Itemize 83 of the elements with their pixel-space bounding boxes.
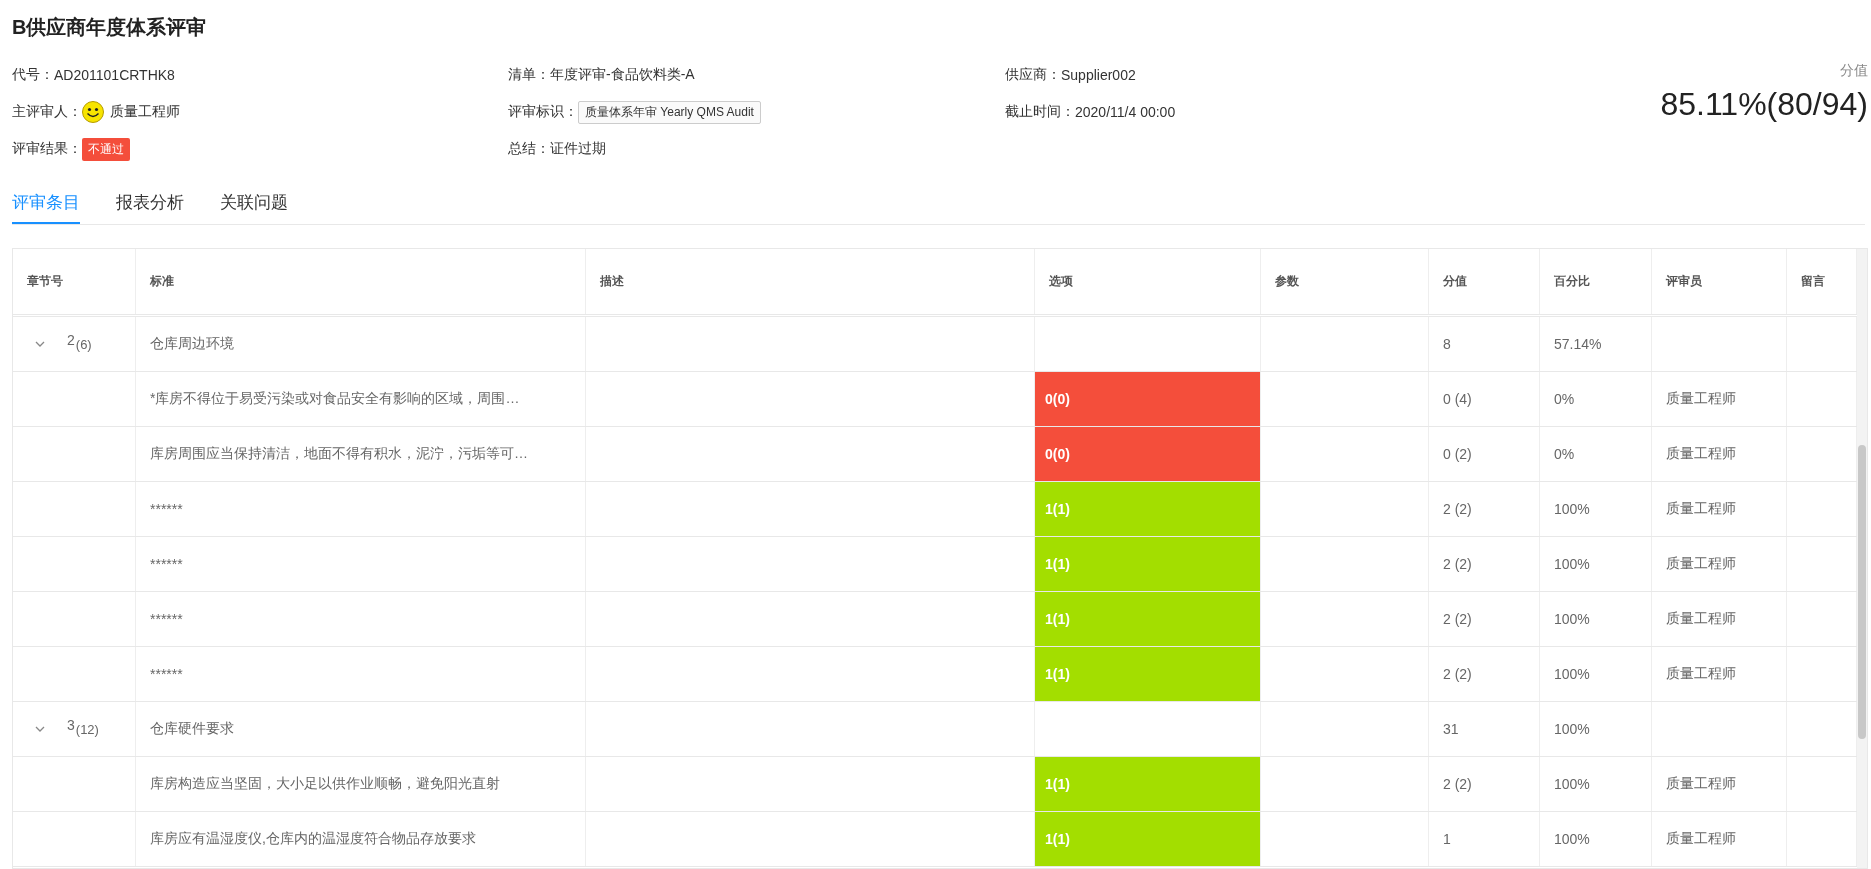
score-label: 分值	[1840, 62, 1868, 80]
score-value: 85.11%(80/94)	[1660, 86, 1868, 123]
score-text: 0 (4)	[1443, 391, 1472, 407]
reviewer-text: 质量工程师	[1666, 500, 1736, 518]
standard-text: 仓库周边环境	[150, 335, 234, 353]
tab[interactable]: 关联问题	[220, 187, 288, 224]
percent-text: 0%	[1554, 446, 1575, 462]
percent-text: 100%	[1554, 721, 1590, 737]
scrollbar-thumb[interactable]	[1858, 445, 1866, 739]
column-header: 参数	[1261, 249, 1429, 314]
score-text: 2 (2)	[1443, 501, 1472, 517]
field-value: Supplier002	[1061, 67, 1136, 83]
field-label: 代号：	[12, 66, 54, 84]
chevron-icon[interactable]	[35, 726, 45, 732]
percent-text: 100%	[1554, 666, 1590, 682]
tab[interactable]: 报表分析	[116, 187, 184, 224]
score-text: 2 (2)	[1443, 556, 1472, 572]
standard-text: ******	[150, 556, 183, 572]
score-text: 8	[1443, 336, 1451, 352]
field-label: 评审结果：	[12, 140, 82, 158]
score-text: 2 (2)	[1443, 611, 1472, 627]
audit-tag: 质量体系年审 Yearly QMS Audit	[578, 100, 761, 124]
score-text: 31	[1443, 721, 1459, 737]
column-header: 评审员	[1652, 249, 1787, 314]
option-result: 1(1)	[1035, 812, 1260, 866]
option-result: 1(1)	[1035, 592, 1260, 646]
standard-text: 库房构造应当坚固，大小足以供作业顺畅，避免阳光直射	[150, 775, 500, 793]
item-count: (12)	[75, 721, 99, 737]
percent-text: 100%	[1554, 831, 1590, 847]
percent-text: 100%	[1554, 501, 1590, 517]
column-header: 章节号	[13, 249, 136, 314]
reviewer-name: 质量工程师	[110, 103, 180, 121]
reviewer-text: 质量工程师	[1666, 775, 1736, 793]
field-value: 年度评审-食品饮料类-A	[550, 66, 695, 84]
standard-text: 库房周围应当保持清洁，地面不得有积水，泥泞，污垢等可…	[150, 445, 528, 463]
percent-text: 57.14%	[1554, 336, 1602, 352]
reviewer-text: 质量工程师	[1666, 445, 1736, 463]
standard-text: 库房应有温湿度仪,仓库内的温湿度符合物品存放要求	[150, 830, 476, 848]
percent-text: 100%	[1554, 611, 1590, 627]
option-result: 1(1)	[1035, 482, 1260, 536]
smiley-avatar-icon	[82, 101, 104, 123]
field-value: 2020/11/4 00:00	[1075, 104, 1176, 120]
reviewer-text: 质量工程师	[1666, 610, 1736, 628]
column-header: 标准	[136, 249, 586, 314]
field-label: 清单：	[508, 66, 550, 84]
percent-text: 100%	[1554, 556, 1590, 572]
reviewer-text: 质量工程师	[1666, 390, 1736, 408]
score-text: 1	[1443, 831, 1451, 847]
option-result: 1(1)	[1035, 647, 1260, 701]
result-badge: 不通过	[82, 137, 130, 161]
chevron-icon[interactable]	[35, 341, 45, 347]
column-header: 百分比	[1540, 249, 1652, 314]
field-label: 截止时间：	[1005, 103, 1075, 121]
chapter-number: 3	[67, 717, 75, 733]
item-count: (6)	[75, 336, 92, 352]
standard-text: 仓库硬件要求	[150, 720, 234, 738]
standard-text: ******	[150, 666, 183, 682]
reviewer-text: 质量工程师	[1666, 665, 1736, 683]
reviewer-text: 质量工程师	[1666, 555, 1736, 573]
standard-text: ******	[150, 501, 183, 517]
column-header: 选项	[1035, 249, 1261, 314]
field-value: 证件过期	[550, 140, 606, 158]
score-text: 0 (2)	[1443, 446, 1472, 462]
column-header: 分值	[1429, 249, 1540, 314]
page-title: B供应商年度体系评审	[12, 15, 208, 40]
option-result: 1(1)	[1035, 757, 1260, 811]
percent-text: 100%	[1554, 776, 1590, 792]
score-text: 2 (2)	[1443, 776, 1472, 792]
field-label: 总结：	[508, 140, 550, 158]
option-result: 1(1)	[1035, 537, 1260, 591]
percent-text: 0%	[1554, 391, 1575, 407]
field-label: 供应商：	[1005, 66, 1061, 84]
field-value: AD201101CRTHK8	[54, 67, 175, 83]
option-result: 0(0)	[1035, 427, 1260, 481]
column-header: 描述	[586, 249, 1035, 314]
option-result: 0(0)	[1035, 372, 1260, 426]
field-label: 评审标识：	[508, 103, 578, 121]
standard-text: *库房不得位于易受污染或对食品安全有影响的区域，周围…	[150, 390, 520, 408]
standard-text: ******	[150, 611, 183, 627]
field-label: 主评审人：	[12, 103, 82, 121]
reviewer-text: 质量工程师	[1666, 830, 1736, 848]
score-text: 2 (2)	[1443, 666, 1472, 682]
chapter-number: 2	[67, 332, 75, 348]
